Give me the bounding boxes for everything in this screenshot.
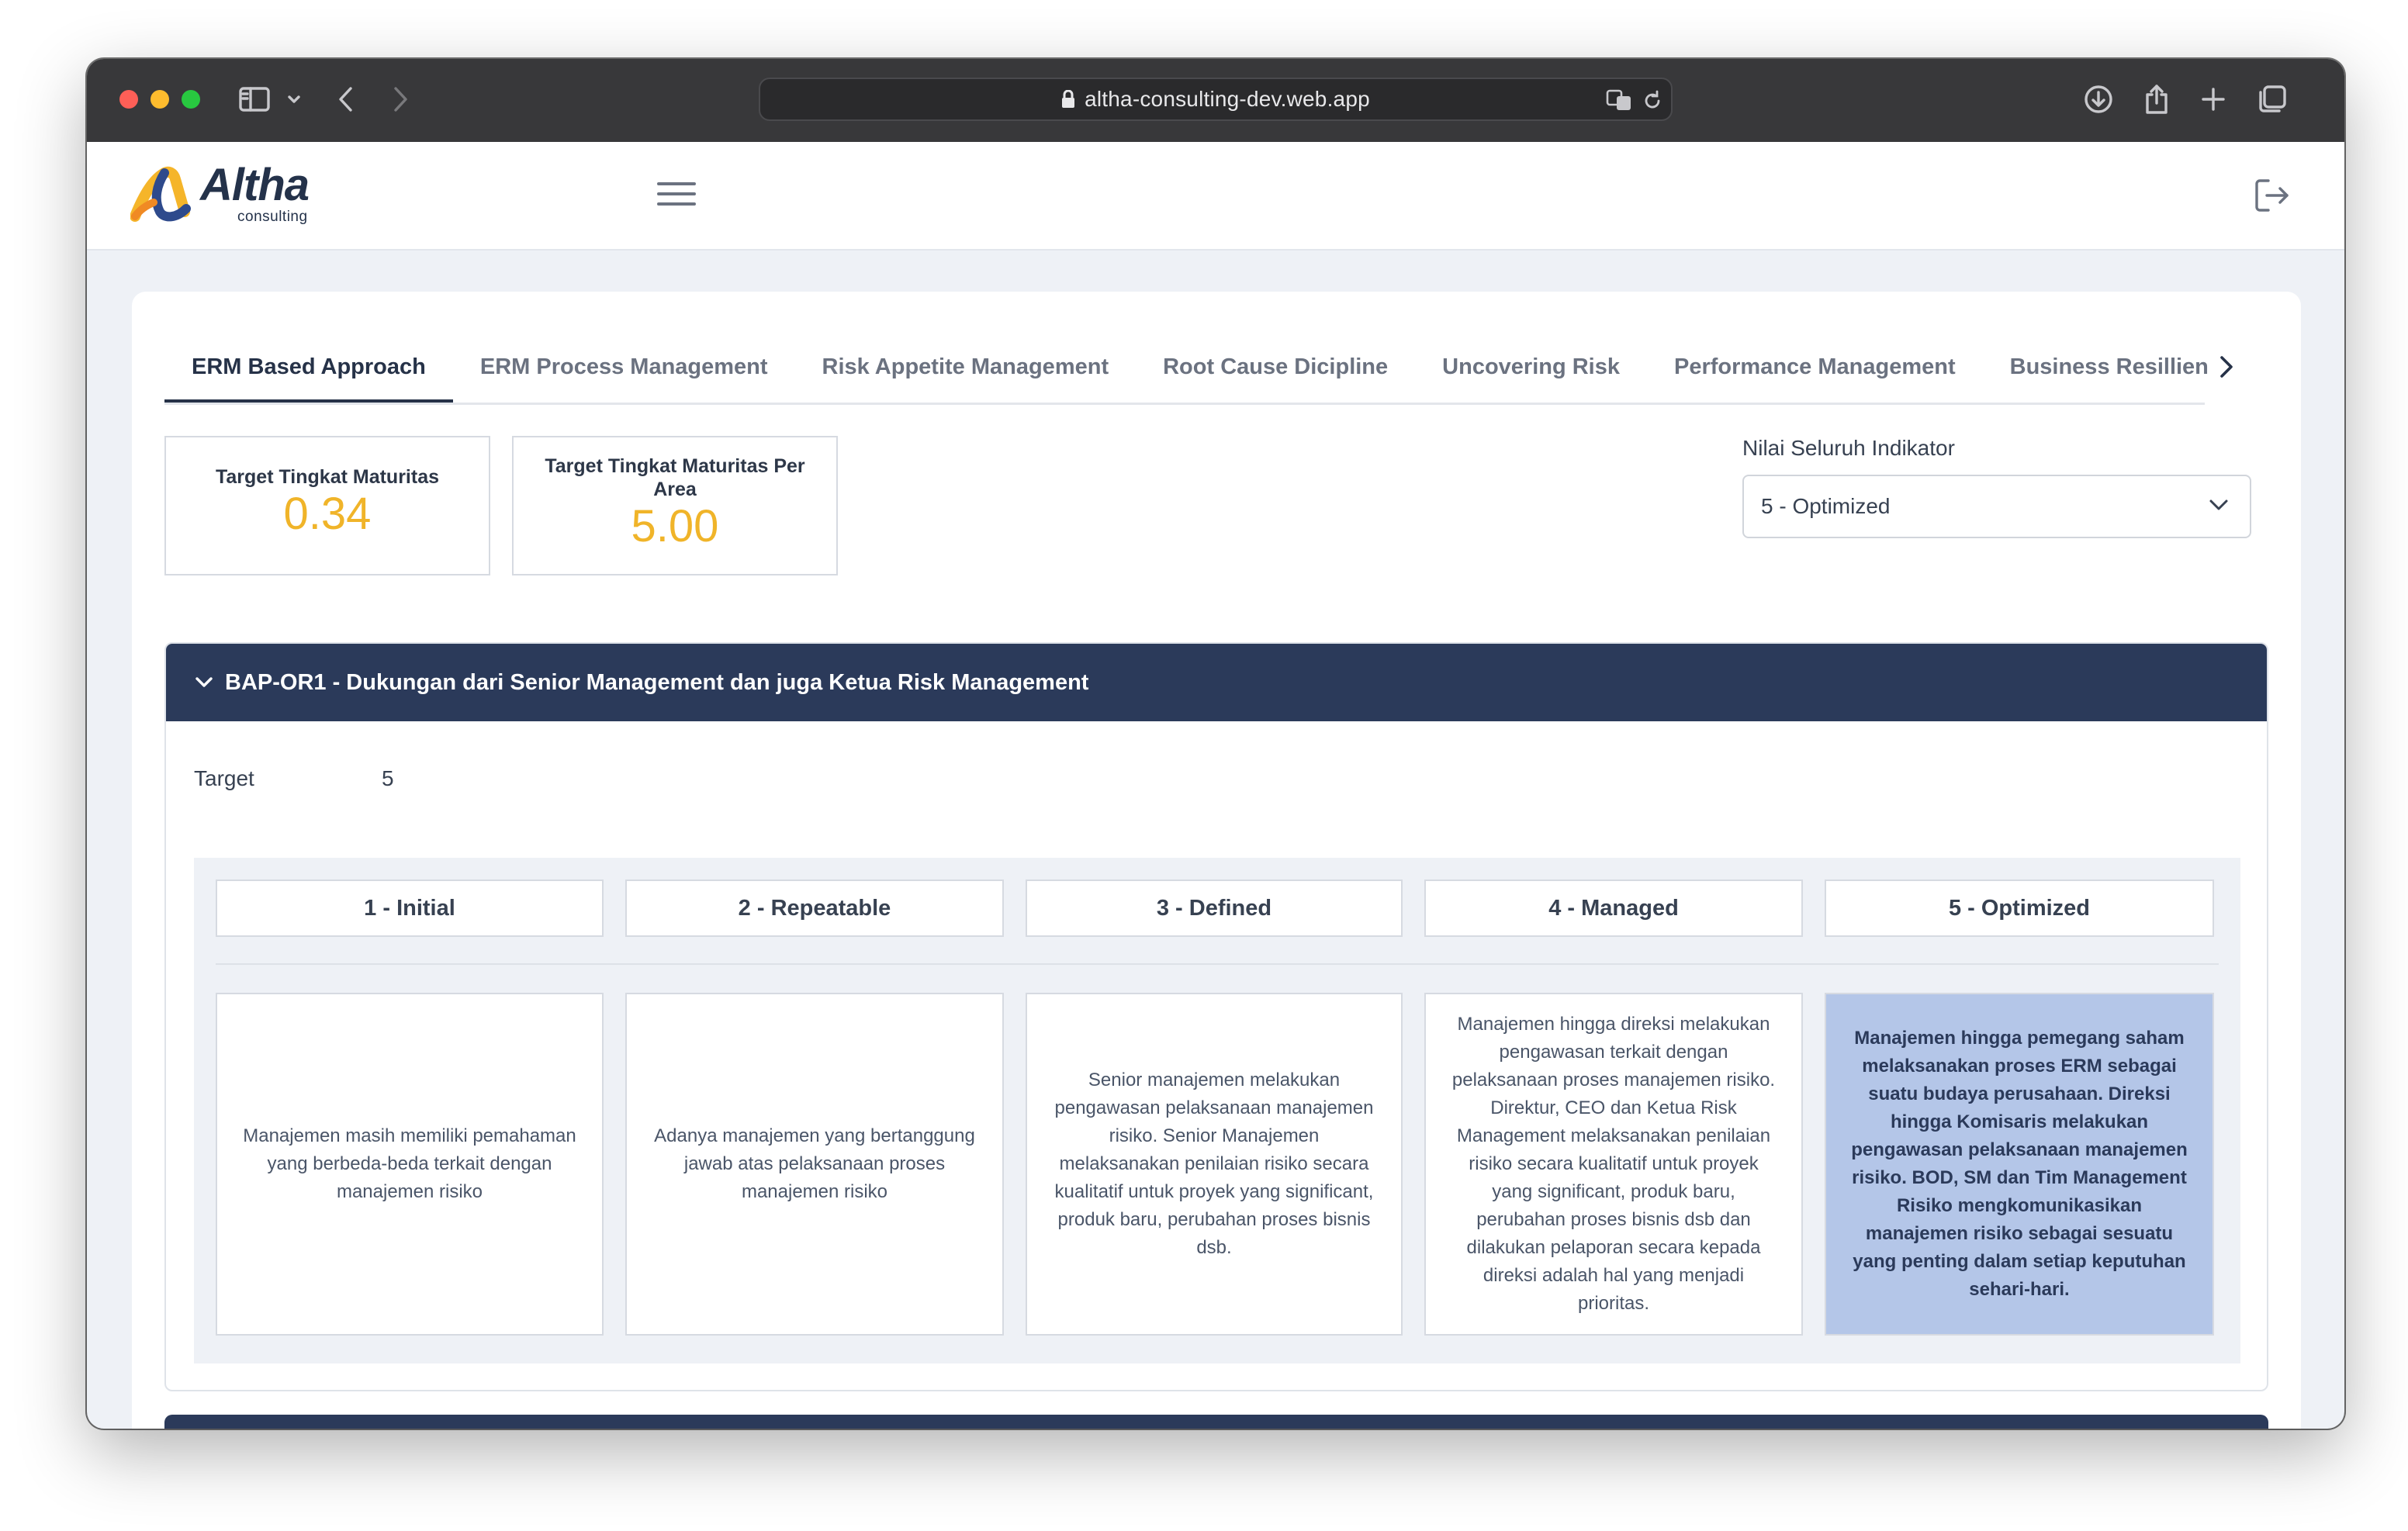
tab-scroll-right-button[interactable] <box>2217 354 2236 384</box>
target-label: Target <box>194 766 254 790</box>
forward-icon[interactable] <box>391 79 410 119</box>
indicator-accordion: BAP-OR1 - Dukungan dari Senior Managemen… <box>164 642 2268 1391</box>
reload-icon[interactable] <box>1642 90 1663 112</box>
divider <box>216 963 2219 965</box>
tab-business-resillien[interactable]: Business Resillien <box>1983 344 2236 403</box>
accordion-title: BAP-OR1 - Dukungan dari Senior Managemen… <box>225 669 1089 695</box>
new-tab-icon[interactable] <box>2200 79 2226 119</box>
level-5-description[interactable]: Manajemen hingga pemegang saham melaksan… <box>1825 993 2214 1336</box>
main-card: ERM Based Approach ERM Process Managemen… <box>132 292 2301 1429</box>
next-accordion-header[interactable] <box>164 1415 2268 1429</box>
level-2-header[interactable]: 2 - Repeatable <box>625 880 1004 937</box>
level-3-header[interactable]: 3 - Defined <box>1026 880 1403 937</box>
target-maturity-label: Target Tingkat Maturitas <box>215 466 439 488</box>
maximize-window-button[interactable] <box>182 90 200 109</box>
accordion-header[interactable]: BAP-OR1 - Dukungan dari Senior Managemen… <box>166 644 2267 721</box>
logout-button[interactable] <box>2253 176 2292 219</box>
chevron-right-icon <box>2220 356 2233 378</box>
indicator-select-value: 5 - Optimized <box>1761 494 1891 518</box>
level-3-description[interactable]: Senior manajemen melakukan pengawasan pe… <box>1026 993 1403 1336</box>
level-5-header[interactable]: 5 - Optimized <box>1825 880 2214 937</box>
tab-performance-management[interactable]: Performance Management <box>1647 344 1983 403</box>
indicator-select-label: Nilai Seluruh Indikator <box>1742 436 1955 460</box>
level-4-header[interactable]: 4 - Managed <box>1424 880 1803 937</box>
tab-bar: ERM Based Approach ERM Process Managemen… <box>164 344 2209 405</box>
tab-root-cause-dicipline[interactable]: Root Cause Dicipline <box>1136 344 1415 403</box>
sidebar-toggle-icon[interactable] <box>239 79 270 119</box>
tab-risk-appetite-management[interactable]: Risk Appetite Management <box>795 344 1137 403</box>
chevron-down-icon <box>195 677 213 687</box>
tabs-overview-icon[interactable] <box>2258 79 2287 119</box>
minimize-window-button[interactable] <box>150 90 169 109</box>
close-window-button[interactable] <box>119 90 138 109</box>
app-header: Altha consulting <box>87 142 2344 251</box>
target-area-card: Target Tingkat Maturitas Per Area 5.00 <box>512 436 838 575</box>
level-1-header[interactable]: 1 - Initial <box>216 880 604 937</box>
translate-icon[interactable] <box>1606 88 1632 112</box>
chevron-down-icon <box>2209 499 2228 510</box>
browser-window: altha-consulting-dev.web.app Altha consu… <box>87 59 2344 1429</box>
hamburger-line <box>657 182 696 185</box>
tab-uncovering-risk[interactable]: Uncovering Risk <box>1415 344 1647 403</box>
indicator-select[interactable]: 5 - Optimized <box>1742 475 2251 538</box>
tab-erm-process-management[interactable]: ERM Process Management <box>453 344 795 403</box>
target-maturity-card: Target Tingkat Maturitas 0.34 <box>164 436 490 575</box>
altha-logo-mark <box>130 166 191 222</box>
logout-icon <box>2255 179 2289 212</box>
lock-icon <box>1062 90 1075 108</box>
address-bar[interactable]: altha-consulting-dev.web.app <box>759 78 1673 121</box>
url-text: altha-consulting-dev.web.app <box>1085 87 1370 111</box>
chevron-down-icon[interactable] <box>287 79 301 119</box>
target-area-label: Target Tingkat Maturitas Per Area <box>545 455 805 500</box>
level-4-description[interactable]: Manajemen hingga direksi melakukan penga… <box>1424 993 1803 1336</box>
browser-toolbar: altha-consulting-dev.web.app <box>87 59 2344 142</box>
menu-toggle-button[interactable] <box>657 182 696 210</box>
download-icon[interactable] <box>2084 79 2113 119</box>
logo-name: Altha <box>200 160 310 210</box>
back-icon[interactable] <box>337 79 355 119</box>
target-value: 5 <box>382 766 394 790</box>
target-maturity-value: 0.34 <box>283 489 372 539</box>
tab-erm-based-approach[interactable]: ERM Based Approach <box>164 344 453 403</box>
level-1-description[interactable]: Manajemen masih memiliki pemahaman yang … <box>216 993 604 1336</box>
maturity-levels: 1 - Initial 2 - Repeatable 3 - Defined 4… <box>194 858 2240 1363</box>
hamburger-line <box>657 202 696 206</box>
level-2-description[interactable]: Adanya manajemen yang bertanggung jawab … <box>625 993 1004 1336</box>
target-area-value: 5.00 <box>631 501 719 551</box>
altha-logo[interactable]: Altha consulting <box>130 160 310 225</box>
logo-subtitle: consulting <box>237 209 308 225</box>
hamburger-line <box>657 192 696 195</box>
share-icon[interactable] <box>2144 79 2169 119</box>
